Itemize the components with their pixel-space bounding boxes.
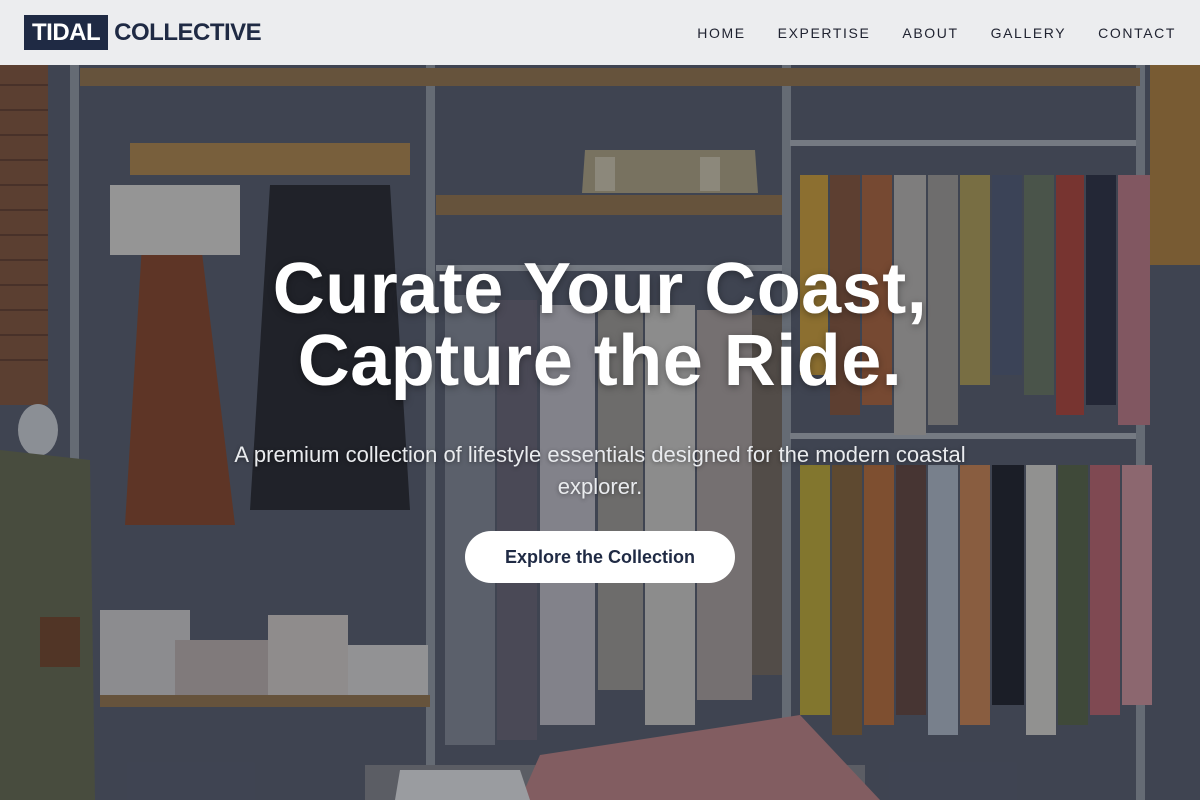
hero-section: Curate Your Coast, Capture the Ride. A p… [0, 65, 1200, 800]
nav-contact[interactable]: CONTACT [1098, 25, 1176, 41]
nav-about[interactable]: ABOUT [902, 25, 958, 41]
hero-title-line2: Capture the Ride. [297, 321, 903, 401]
nav-gallery[interactable]: GALLERY [991, 25, 1067, 41]
hero-subtitle: A premium collection of lifestyle essent… [234, 442, 966, 499]
nav-expertise[interactable]: EXPERTISE [778, 25, 871, 41]
hero-title: Curate Your Coast, Capture the Ride. [0, 253, 1200, 397]
logo-box: TIDAL [24, 15, 109, 50]
logo-text: COLLECTIVE [114, 18, 262, 46]
explore-collection-button[interactable]: Explore the Collection [465, 531, 735, 583]
main-nav: HOME EXPERTISE ABOUT GALLERY CONTACT [697, 25, 1176, 41]
logo[interactable]: TIDAL COLLECTIVE [24, 15, 262, 50]
hero-title-line1: Curate Your Coast, [272, 249, 928, 329]
hero-content: Curate Your Coast, Capture the Ride. A p… [0, 253, 1200, 583]
site-header: TIDAL COLLECTIVE HOME EXPERTISE ABOUT GA… [0, 0, 1200, 65]
nav-home[interactable]: HOME [697, 25, 745, 41]
